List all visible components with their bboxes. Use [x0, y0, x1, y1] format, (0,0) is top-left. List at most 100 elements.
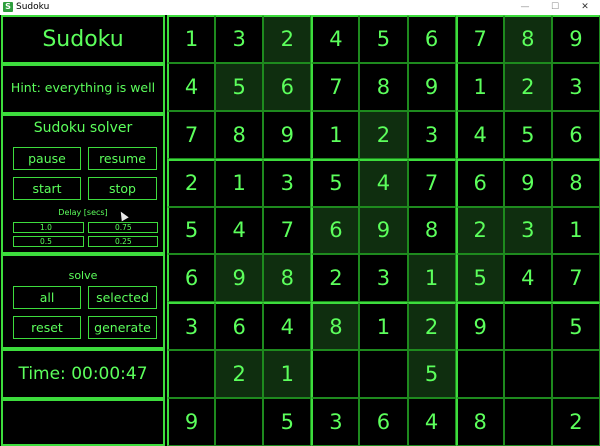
- sudoku-cell[interactable]: [167, 350, 216, 399]
- sudoku-cell[interactable]: [551, 350, 600, 399]
- hint-text: Hint: everything is well: [10, 80, 156, 95]
- sudoku-cell[interactable]: 7: [455, 15, 504, 63]
- minimize-button[interactable]: —: [510, 0, 540, 15]
- sudoku-cell[interactable]: 9: [263, 110, 312, 159]
- sudoku-cell[interactable]: 2: [263, 15, 312, 63]
- sudoku-cell[interactable]: 2: [455, 206, 504, 255]
- start-button[interactable]: start: [13, 177, 81, 200]
- sudoku-cell[interactable]: 2: [215, 350, 264, 399]
- sudoku-cell[interactable]: 9: [215, 254, 264, 303]
- sudoku-cell[interactable]: 8: [359, 62, 408, 111]
- sudoku-cell[interactable]: 6: [551, 110, 600, 159]
- sudoku-cell[interactable]: 4: [215, 206, 264, 255]
- sudoku-cell[interactable]: 6: [407, 15, 456, 63]
- delay-option[interactable]: 0.25: [88, 236, 158, 247]
- delay-option[interactable]: 0.75: [88, 222, 158, 233]
- sudoku-cell[interactable]: [455, 350, 504, 399]
- sudoku-cell[interactable]: 6: [263, 62, 312, 111]
- sudoku-cell[interactable]: 5: [551, 302, 600, 351]
- sudoku-cell[interactable]: [359, 350, 408, 399]
- sudoku-cell[interactable]: 2: [311, 254, 360, 303]
- sudoku-cell[interactable]: 4: [407, 398, 456, 446]
- sudoku-cell[interactable]: 5: [311, 158, 360, 207]
- sudoku-cell[interactable]: 4: [455, 110, 504, 159]
- solve-all-button[interactable]: all: [13, 286, 81, 309]
- sudoku-cell[interactable]: 2: [551, 398, 600, 446]
- pause-button[interactable]: pause: [13, 147, 81, 170]
- sudoku-cell[interactable]: 5: [167, 206, 216, 255]
- sudoku-cell[interactable]: 3: [551, 62, 600, 111]
- sudoku-cell[interactable]: 1: [359, 302, 408, 351]
- sudoku-cell[interactable]: 2: [167, 158, 216, 207]
- sudoku-cell[interactable]: 3: [407, 110, 456, 159]
- sudoku-cell[interactable]: 9: [359, 206, 408, 255]
- sudoku-cell[interactable]: 2: [407, 302, 456, 351]
- sudoku-cell[interactable]: 8: [551, 158, 600, 207]
- sudoku-cell[interactable]: 7: [407, 158, 456, 207]
- solve-selected-button[interactable]: selected: [88, 286, 157, 309]
- sudoku-cell[interactable]: 6: [455, 158, 504, 207]
- sudoku-cell[interactable]: 2: [359, 110, 408, 159]
- sudoku-cell[interactable]: 9: [167, 398, 216, 446]
- sudoku-cell[interactable]: [215, 398, 264, 446]
- sudoku-cell[interactable]: [503, 398, 552, 446]
- sudoku-cell[interactable]: 8: [503, 15, 552, 63]
- sudoku-cell[interactable]: 9: [407, 62, 456, 111]
- sudoku-cell[interactable]: 8: [407, 206, 456, 255]
- reset-button[interactable]: reset: [13, 316, 81, 339]
- sudoku-cell[interactable]: 7: [551, 254, 600, 303]
- sudoku-cell[interactable]: 4: [311, 15, 360, 63]
- sudoku-cell[interactable]: 5: [503, 110, 552, 159]
- sudoku-cell[interactable]: [503, 350, 552, 399]
- delay-option[interactable]: 1.0: [13, 222, 84, 233]
- sudoku-cell[interactable]: 5: [215, 62, 264, 111]
- sudoku-cell[interactable]: 8: [311, 302, 360, 351]
- sudoku-cell[interactable]: 8: [455, 398, 504, 446]
- sudoku-cell[interactable]: 9: [551, 15, 600, 63]
- generate-button[interactable]: generate: [88, 316, 157, 339]
- sudoku-cell[interactable]: 6: [167, 254, 216, 303]
- sudoku-cell[interactable]: 1: [263, 350, 312, 399]
- sudoku-cell[interactable]: 2: [503, 62, 552, 111]
- title-bar: S Sudoku — ☐ ✕: [0, 0, 600, 15]
- delay-option[interactable]: 0.5: [13, 236, 84, 247]
- window-title: Sudoku: [16, 2, 50, 12]
- sudoku-cell[interactable]: [311, 350, 360, 399]
- sudoku-cell[interactable]: 9: [503, 158, 552, 207]
- sudoku-cell[interactable]: 7: [167, 110, 216, 159]
- sudoku-cell[interactable]: 1: [455, 62, 504, 111]
- sudoku-cell[interactable]: 3: [215, 15, 264, 63]
- sudoku-cell[interactable]: 1: [551, 206, 600, 255]
- maximize-button[interactable]: ☐: [540, 0, 570, 15]
- sudoku-cell[interactable]: 3: [311, 398, 360, 446]
- sudoku-cell[interactable]: 6: [359, 398, 408, 446]
- sudoku-cell[interactable]: 4: [263, 302, 312, 351]
- sudoku-cell[interactable]: 7: [263, 206, 312, 255]
- sudoku-cell[interactable]: 5: [407, 350, 456, 399]
- sudoku-cell[interactable]: 1: [311, 110, 360, 159]
- sudoku-cell[interactable]: 4: [167, 62, 216, 111]
- sudoku-cell[interactable]: 8: [263, 254, 312, 303]
- sudoku-cell[interactable]: 6: [215, 302, 264, 351]
- sudoku-cell[interactable]: [503, 302, 552, 351]
- sudoku-cell[interactable]: 8: [215, 110, 264, 159]
- sudoku-cell[interactable]: 5: [359, 15, 408, 63]
- sudoku-cell[interactable]: 3: [167, 302, 216, 351]
- sudoku-cell[interactable]: 1: [407, 254, 456, 303]
- sudoku-cell[interactable]: 7: [311, 62, 360, 111]
- sudoku-cell[interactable]: 1: [215, 158, 264, 207]
- sudoku-cell[interactable]: 6: [311, 206, 360, 255]
- sudoku-cell[interactable]: 3: [263, 158, 312, 207]
- sudoku-cell[interactable]: 3: [359, 254, 408, 303]
- resume-button[interactable]: resume: [88, 147, 157, 170]
- close-button[interactable]: ✕: [570, 0, 600, 15]
- sudoku-cell[interactable]: 5: [263, 398, 312, 446]
- sudoku-cell[interactable]: 3: [503, 206, 552, 255]
- timer-text: Time: 00:00:47: [18, 364, 148, 384]
- sudoku-cell[interactable]: 9: [455, 302, 504, 351]
- sudoku-cell[interactable]: 4: [359, 158, 408, 207]
- sudoku-cell[interactable]: 1: [167, 15, 216, 63]
- sudoku-cell[interactable]: 5: [455, 254, 504, 303]
- sudoku-cell[interactable]: 4: [503, 254, 552, 303]
- stop-button[interactable]: stop: [88, 177, 157, 200]
